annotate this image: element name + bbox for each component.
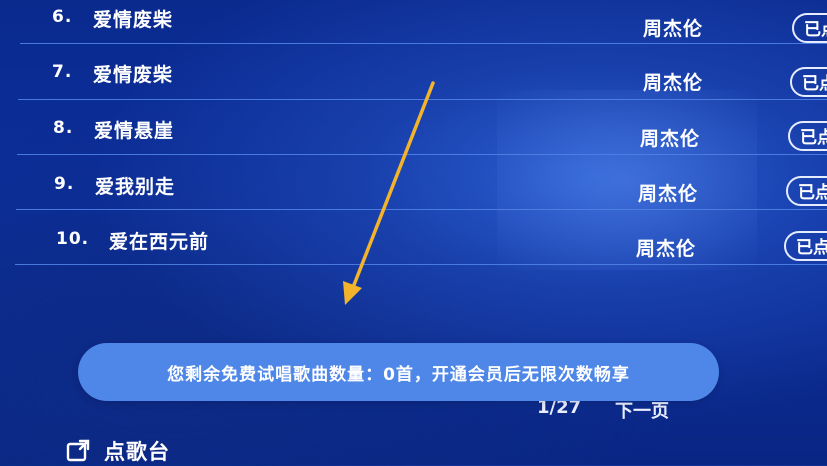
song-artist: 周杰伦 [636,238,697,260]
status-badge[interactable]: 已点 [788,121,827,151]
row-divider [20,43,827,44]
song-number: 6. [52,7,73,27]
song-title: 爱情悬崖 [94,120,175,142]
song-row[interactable]: 6. 爱情废柴 周杰伦 已点 [0,0,827,54]
status-badge[interactable]: 已点 [786,176,827,206]
song-number: 10. [56,229,90,249]
song-artist: 周杰伦 [638,183,699,205]
toast-message: 您剩余免费试唱歌曲数量：0首，开通会员后无限次数畅享 [167,364,630,385]
song-row[interactable]: 8. 爱情悬崖 周杰伦 已点 [0,110,827,164]
row-divider [18,99,827,100]
song-number: 8. [53,118,74,138]
song-artist: 周杰伦 [643,72,704,94]
song-artist: 周杰伦 [640,128,701,150]
song-row[interactable]: 10. 爱在西元前 周杰伦 已点 [0,222,827,276]
row-divider [17,154,827,155]
song-title: 爱在西元前 [109,231,210,253]
song-title: 爱情废柴 [93,9,174,31]
song-queue-label: 点歌台 [104,440,170,464]
row-divider [15,264,827,265]
song-number: 7. [52,62,73,82]
status-badge[interactable]: 已点 [784,231,827,261]
song-title: 爱我别走 [95,176,176,198]
song-row[interactable]: 9. 爱我别走 周杰伦 已点 [0,166,827,220]
song-queue-icon [66,439,90,462]
song-row[interactable]: 7. 爱情废柴 周杰伦 已点 [0,55,827,109]
free-trial-toast: 您剩余免费试唱歌曲数量：0首，开通会员后无限次数畅享 [78,343,719,401]
status-badge[interactable]: 已点 [792,13,827,43]
song-queue-button[interactable]: 点歌台 [66,436,170,466]
song-title: 爱情废柴 [93,64,174,86]
status-badge[interactable]: 已点 [790,67,827,97]
song-artist: 周杰伦 [643,18,704,40]
song-number: 9. [54,174,75,194]
row-divider [16,209,827,210]
